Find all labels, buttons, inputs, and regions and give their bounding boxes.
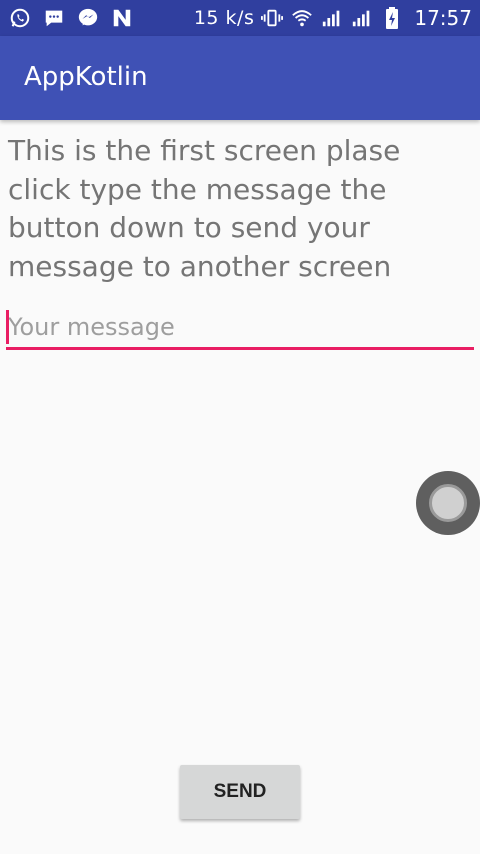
messages-icon xyxy=(42,6,66,30)
messenger-icon xyxy=(76,6,100,30)
notification-icons xyxy=(8,6,134,30)
whatsapp-icon xyxy=(8,6,32,30)
app-title: AppKotlin xyxy=(24,62,148,92)
vibrate-icon xyxy=(260,6,284,30)
signal-icon xyxy=(320,6,344,30)
net-speed: 15 k/s xyxy=(193,7,255,29)
battery-charging-icon xyxy=(380,6,404,30)
floating-ball-icon xyxy=(429,484,467,522)
signal-2-icon xyxy=(350,6,374,30)
message-input[interactable] xyxy=(6,306,474,350)
send-button[interactable]: SEND xyxy=(180,765,300,819)
status-bar: 15 k/s 17:57 xyxy=(0,0,480,36)
wifi-icon xyxy=(290,6,314,30)
floating-assistive-ball[interactable] xyxy=(416,471,480,535)
n-icon xyxy=(110,6,134,30)
clock: 17:57 xyxy=(414,6,472,30)
app-bar: AppKotlin xyxy=(0,36,480,120)
text-cursor xyxy=(6,310,9,344)
intro-text: This is the first screen plase click typ… xyxy=(8,134,401,283)
status-indicators: 15 k/s 17:57 xyxy=(194,6,472,30)
message-field[interactable] xyxy=(6,306,474,352)
